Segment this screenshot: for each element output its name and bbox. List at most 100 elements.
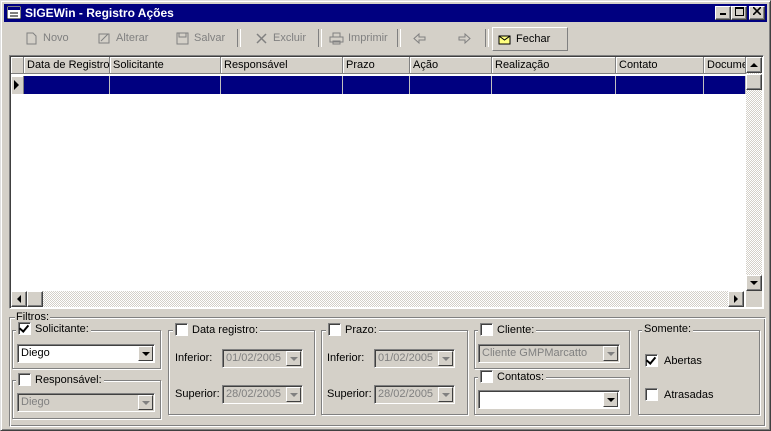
close-button[interactable] bbox=[749, 6, 765, 20]
somente-group bbox=[638, 330, 760, 415]
table-cell[interactable] bbox=[24, 76, 110, 94]
column-header[interactable]: Docume bbox=[704, 57, 746, 74]
main-window: SIGEWin - Registro Ações Novo Alterar Sa… bbox=[0, 0, 771, 431]
table-cell[interactable] bbox=[616, 76, 704, 94]
arrow-right-icon bbox=[734, 295, 738, 303]
excluir-button[interactable]: Excluir bbox=[250, 27, 310, 49]
column-header[interactable]: Ação bbox=[410, 57, 492, 74]
chevron-down-icon[interactable] bbox=[286, 387, 301, 402]
chevron-down-icon[interactable] bbox=[286, 351, 301, 366]
toolbar-separator bbox=[397, 29, 401, 47]
cliente-select[interactable]: Cliente GMPMarcatto bbox=[478, 344, 620, 363]
chevron-down-icon[interactable] bbox=[603, 346, 618, 361]
atrasadas-checkbox[interactable] bbox=[645, 388, 658, 401]
responsavel-checkbox[interactable] bbox=[18, 373, 31, 386]
maximize-icon bbox=[734, 7, 744, 16]
prazo-inferior-picker[interactable]: 01/02/2005 bbox=[374, 349, 455, 368]
responsavel-title: Responsável: bbox=[16, 373, 104, 386]
title-bar: SIGEWin - Registro Ações bbox=[4, 4, 767, 22]
table-cell[interactable] bbox=[343, 76, 410, 94]
arrow-left-icon bbox=[413, 32, 426, 44]
grid-header: Data de Registro Solicitante Responsável… bbox=[11, 57, 746, 75]
maximize-button[interactable] bbox=[731, 6, 747, 20]
scroll-up-button[interactable] bbox=[746, 57, 762, 73]
novo-button[interactable]: Novo bbox=[20, 27, 73, 49]
minimize-button[interactable] bbox=[715, 6, 731, 20]
arrow-left-icon bbox=[17, 295, 21, 303]
novo-label: Novo bbox=[43, 32, 69, 44]
scroll-down-button[interactable] bbox=[746, 275, 762, 291]
imprimir-label: Imprimir bbox=[348, 32, 388, 44]
scroll-left-button[interactable] bbox=[11, 291, 27, 307]
chevron-down-icon[interactable] bbox=[438, 387, 453, 402]
column-header[interactable]: Solicitante bbox=[110, 57, 221, 74]
data-registro-label: Data registro: bbox=[192, 323, 259, 336]
solicitante-value: Diego bbox=[21, 347, 50, 359]
chevron-down-icon[interactable] bbox=[138, 346, 153, 361]
contatos-label: Contatos: bbox=[497, 370, 545, 383]
chevron-down-icon[interactable] bbox=[603, 392, 618, 407]
column-header[interactable]: Data de Registro bbox=[24, 57, 110, 74]
next-button[interactable] bbox=[453, 27, 476, 49]
current-row-arrow-icon bbox=[14, 80, 19, 90]
fechar-button[interactable]: Fechar bbox=[492, 27, 568, 51]
vertical-scroll-thumb[interactable] bbox=[746, 74, 762, 90]
column-header[interactable]: Realização bbox=[492, 57, 616, 74]
abertas-checkbox[interactable] bbox=[645, 354, 658, 367]
table-row[interactable] bbox=[11, 76, 746, 94]
prazo-inferior-label: Inferior: bbox=[327, 352, 365, 364]
grid-corner-header bbox=[11, 57, 24, 74]
arrow-up-icon bbox=[750, 63, 758, 67]
arrow-right-icon bbox=[458, 32, 471, 44]
data-registro-inferior-picker[interactable]: 01/02/2005 bbox=[222, 349, 303, 368]
atrasadas-label: Atrasadas bbox=[664, 388, 714, 401]
fechar-label: Fechar bbox=[516, 33, 551, 45]
responsavel-select[interactable]: Diego bbox=[17, 393, 155, 412]
data-registro-inferior-label: Inferior: bbox=[175, 352, 213, 364]
imprimir-button[interactable]: Imprimir bbox=[325, 27, 392, 49]
abertas-option[interactable]: Abertas bbox=[645, 354, 702, 367]
table-cell[interactable] bbox=[221, 76, 343, 94]
alterar-label: Alterar bbox=[116, 32, 149, 44]
table-cell[interactable] bbox=[110, 76, 221, 94]
horizontal-scrollbar[interactable] bbox=[11, 291, 744, 307]
contatos-select[interactable] bbox=[478, 390, 620, 409]
column-header[interactable]: Responsável bbox=[221, 57, 343, 74]
records-grid[interactable]: Data de Registro Solicitante Responsável… bbox=[9, 55, 764, 309]
prazo-superior-value: 28/02/2005 bbox=[378, 388, 434, 400]
new-document-icon bbox=[26, 32, 37, 44]
solicitante-checkbox[interactable] bbox=[18, 322, 31, 335]
solicitante-select[interactable]: Diego bbox=[17, 344, 155, 363]
printer-icon bbox=[329, 32, 344, 44]
prazo-checkbox[interactable] bbox=[328, 323, 341, 336]
table-cell[interactable] bbox=[704, 76, 746, 94]
scroll-right-button[interactable] bbox=[728, 291, 744, 307]
column-header[interactable]: Contato bbox=[616, 57, 704, 74]
cliente-checkbox[interactable] bbox=[480, 323, 493, 336]
data-registro-checkbox[interactable] bbox=[175, 323, 188, 336]
cliente-label: Cliente: bbox=[497, 323, 535, 336]
abertas-label: Abertas bbox=[664, 354, 702, 367]
edit-icon bbox=[98, 33, 110, 43]
column-header[interactable]: Prazo bbox=[343, 57, 410, 74]
row-indicator bbox=[11, 76, 24, 94]
atrasadas-option[interactable]: Atrasadas bbox=[645, 388, 714, 401]
horizontal-scroll-thumb[interactable] bbox=[27, 291, 43, 307]
vertical-scrollbar[interactable] bbox=[746, 57, 762, 291]
alterar-button[interactable]: Alterar bbox=[93, 27, 152, 49]
table-cell[interactable] bbox=[492, 76, 616, 94]
salvar-button[interactable]: Salvar bbox=[171, 27, 229, 49]
contatos-checkbox[interactable] bbox=[480, 370, 493, 383]
chevron-down-icon[interactable] bbox=[438, 351, 453, 366]
responsavel-label: Responsável: bbox=[35, 373, 102, 386]
prazo-superior-picker[interactable]: 28/02/2005 bbox=[374, 385, 455, 404]
previous-button[interactable] bbox=[408, 27, 431, 49]
prazo-title: Prazo: bbox=[326, 323, 379, 336]
excluir-label: Excluir bbox=[273, 32, 307, 44]
solicitante-title: Solicitante: bbox=[16, 322, 91, 335]
data-registro-superior-picker[interactable]: 28/02/2005 bbox=[222, 385, 303, 404]
table-cell[interactable] bbox=[410, 76, 492, 94]
app-icon bbox=[7, 6, 21, 19]
data-registro-superior-value: 28/02/2005 bbox=[226, 388, 282, 400]
chevron-down-icon[interactable] bbox=[138, 395, 153, 410]
